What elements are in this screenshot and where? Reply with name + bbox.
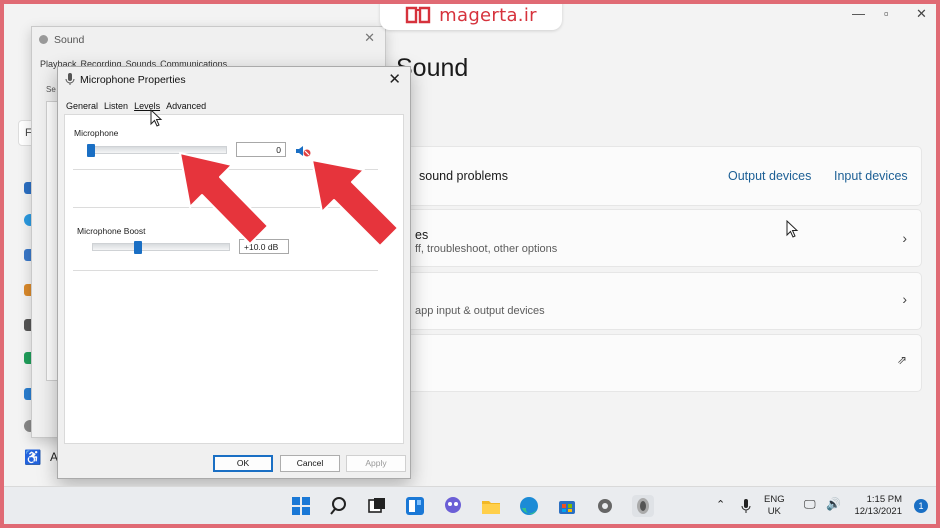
chevron-up-icon[interactable]: ⌃ bbox=[716, 499, 725, 511]
widgets-icon[interactable] bbox=[404, 495, 426, 517]
start-icon[interactable] bbox=[290, 495, 312, 517]
language-code: ENG bbox=[764, 494, 785, 505]
file-explorer-icon[interactable] bbox=[480, 495, 502, 517]
pointer-cursor-icon bbox=[150, 108, 163, 127]
watermark-badge: magerta.ir bbox=[380, 0, 562, 30]
book-icon bbox=[405, 6, 431, 24]
clock-date: 12/13/2021 bbox=[854, 506, 902, 517]
notification-badge[interactable]: 1 bbox=[914, 499, 928, 513]
microphone-tray-icon[interactable] bbox=[740, 498, 752, 514]
taskbar: ⌃ ENG UK 🖵 🔊 1:15 PM 12/13/2021 1 bbox=[4, 486, 936, 524]
search-icon[interactable] bbox=[329, 495, 351, 517]
clock[interactable]: 1:15 PM 12/13/2021 bbox=[852, 494, 902, 518]
arrow-to-level-slider bbox=[179, 152, 269, 245]
sound-app-icon[interactable] bbox=[632, 495, 654, 517]
store-icon[interactable] bbox=[556, 495, 578, 517]
volume-icon[interactable]: 🔊 bbox=[826, 498, 841, 510]
arrow-to-mute-button bbox=[311, 159, 399, 247]
network-icon[interactable]: 🖵 bbox=[804, 498, 816, 510]
annotation-arrows bbox=[150, 108, 399, 247]
watermark-text: magerta.ir bbox=[439, 4, 537, 26]
chat-icon[interactable] bbox=[442, 495, 464, 517]
input-language-indicator[interactable]: ENG UK bbox=[764, 494, 785, 518]
settings-gear-icon[interactable] bbox=[594, 495, 616, 517]
clock-time: 1:15 PM bbox=[866, 494, 902, 505]
region-code: UK bbox=[767, 506, 781, 517]
task-view-icon[interactable] bbox=[366, 495, 388, 517]
edge-icon[interactable] bbox=[518, 495, 540, 517]
